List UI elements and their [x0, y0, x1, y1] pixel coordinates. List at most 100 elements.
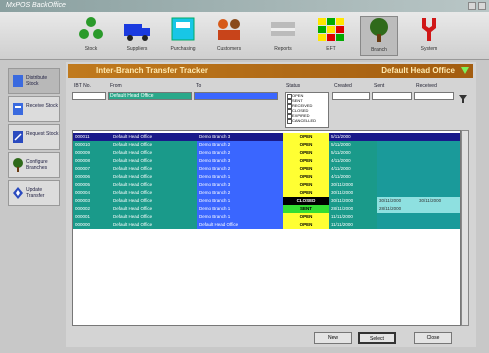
table-cell: 30/11/2000 — [329, 189, 377, 197]
filter-icon[interactable] — [458, 94, 468, 104]
transfer-table: 000011 Default Head Office Demo Branch 3 OP… — [72, 130, 461, 326]
close-button[interactable]: Close — [414, 332, 452, 344]
table-cell: 11/11/2000 — [329, 221, 377, 229]
toolbar-label: Reports — [274, 46, 292, 52]
sidebar-item-request-stock[interactable]: Request Stock — [8, 124, 60, 150]
table-cell: Demo Branch 1 — [197, 173, 283, 181]
main-toolbar: Stock Suppliers Purchasing Customers Rep… — [0, 12, 489, 60]
table-row[interactable]: 000004 Default Head Office Demo Branch 2 OP… — [73, 189, 460, 197]
toolbar-customers-button[interactable]: Customers — [210, 16, 248, 56]
table-cell — [377, 189, 417, 197]
table-cell: 000005 — [73, 181, 111, 189]
new-button[interactable]: New — [314, 332, 352, 344]
toolbar-system-button[interactable]: System — [410, 16, 448, 56]
table-row[interactable]: 000008 Default Head Office Demo Branch 3 OP… — [73, 157, 460, 165]
sidebar-item-receive-stock[interactable]: Receive Stock — [8, 96, 60, 122]
table-cell: Demo Branch 1 — [197, 197, 283, 205]
table-cell: Default Head Office — [111, 173, 197, 181]
toolbar-label: Customers — [216, 46, 242, 52]
table-cell: 000007 — [73, 165, 111, 173]
sidebar-item-update-transfer[interactable]: Update Transfer — [8, 180, 60, 206]
ibt-label: IBT No. — [74, 83, 91, 89]
chevron-down-icon[interactable] — [461, 67, 469, 74]
table-cell: CLOSED — [283, 197, 329, 205]
table-cell: Demo Branch 1 — [197, 213, 283, 221]
table-cell: 000001 — [73, 213, 111, 221]
table-cell: 30/11/2000 — [329, 197, 377, 205]
table-cell: 30/11/2000 — [329, 181, 377, 189]
table-cell — [417, 205, 460, 213]
table-cell: OPEN — [283, 181, 329, 189]
toolbar-branch-button[interactable]: Branch — [360, 16, 398, 56]
table-cell: Default Head Office — [111, 157, 197, 165]
table-cell — [377, 181, 417, 189]
table-row[interactable]: 000002 Default Head Office Demo Branch 1 SE… — [73, 205, 460, 213]
table-row[interactable]: 000007 Default Head Office Demo Branch 2 OP… — [73, 165, 460, 173]
eft-grid-icon — [318, 18, 344, 41]
table-cell: Demo Branch 3 — [197, 181, 283, 189]
table-cell — [377, 173, 417, 181]
table-cell: Demo Branch 2 — [197, 149, 283, 157]
sidebar-item-label: Configure Branches — [26, 159, 48, 171]
table-cell: OPEN — [283, 149, 329, 157]
table-cell: Default Head Office — [111, 149, 197, 157]
table-cell: 4/11/2000 — [329, 165, 377, 173]
table-row[interactable]: 000006 Default Head Office Demo Branch 1 OP… — [73, 173, 460, 181]
table-cell: 000003 — [73, 197, 111, 205]
table-cell: Default Head Office — [111, 181, 197, 189]
table-cell: 28/11/2000 — [377, 205, 417, 213]
table-cell: 5/11/2000 — [329, 141, 377, 149]
vertical-scrollbar[interactable] — [461, 130, 469, 326]
sidebar-item-distribute-stock[interactable]: Distribute Stock — [8, 68, 60, 94]
sent-input[interactable] — [372, 92, 412, 100]
table-row[interactable]: 000010 Default Head Office Demo Branch 2 OP… — [73, 141, 460, 149]
table-row[interactable]: 000005 Default Head Office Demo Branch 3 OP… — [73, 181, 460, 189]
status-option[interactable]: CANCELLED — [286, 118, 328, 124]
sidebar-item-label: Update Transfer — [26, 187, 45, 199]
table-cell — [377, 221, 417, 229]
table-row[interactable]: 000011 Default Head Office Demo Branch 3 OP… — [73, 133, 460, 141]
close-window-button[interactable] — [478, 2, 486, 10]
office-selector[interactable]: Default Head Office — [381, 64, 455, 78]
select-button[interactable]: Select — [358, 332, 396, 344]
from-select[interactable]: Default Head Office — [108, 92, 192, 100]
sidebar-item-configure-branches[interactable]: Configure Branches — [8, 152, 60, 178]
toolbar-stock-button[interactable]: Stock — [72, 16, 110, 56]
sidebar-item-label: Request Stock — [26, 131, 59, 137]
table-row[interactable]: 000000 Default Head Office Default Head Of… — [73, 221, 460, 229]
table-row[interactable]: 000003 Default Head Office Demo Branch 1 CL… — [73, 197, 460, 205]
tree-icon — [13, 158, 23, 172]
toolbar-purchasing-button[interactable]: Purchasing — [164, 16, 202, 56]
panel-header: Inter-Branch Transfer Tracker Default He… — [68, 64, 473, 78]
toolbar-eft-button[interactable]: EFT — [312, 16, 350, 56]
table-cell: OPEN — [283, 173, 329, 181]
table-cell — [417, 213, 460, 221]
branch-tree-icon — [370, 18, 388, 42]
created-input[interactable] — [332, 92, 370, 100]
received-input[interactable] — [414, 92, 454, 100]
toolbar-suppliers-button[interactable]: Suppliers — [118, 16, 156, 56]
table-cell: Default Head Office — [111, 141, 197, 149]
sent-label: Sent — [374, 83, 385, 89]
to-select[interactable] — [194, 92, 278, 100]
purchasing-icon — [171, 17, 195, 41]
table-cell: Default Head Office — [111, 221, 197, 229]
status-label: Status — [286, 83, 301, 89]
table-cell: OPEN — [283, 141, 329, 149]
ibt-input[interactable] — [72, 92, 106, 100]
toolbar-label: EFT — [326, 46, 336, 52]
status-filter-list[interactable]: OPEN SENT RECEIVED CLOSED EXPIRED CANCEL… — [285, 92, 329, 128]
table-cell: 000000 — [73, 221, 111, 229]
table-cell: Default Head Office — [197, 221, 283, 229]
table-cell: 4/11/2000 — [329, 173, 377, 181]
table-row[interactable]: 000009 Default Head Office Demo Branch 2 OP… — [73, 149, 460, 157]
table-cell: 000010 — [73, 141, 111, 149]
table-cell: Default Head Office — [111, 133, 197, 141]
supplier-truck-icon — [124, 24, 150, 41]
table-cell: OPEN — [283, 221, 329, 229]
table-cell: OPEN — [283, 213, 329, 221]
minimize-button[interactable] — [468, 2, 476, 10]
from-label: From — [110, 83, 122, 89]
table-row[interactable]: 000001 Default Head Office Demo Branch 1 OP… — [73, 213, 460, 221]
toolbar-reports-button[interactable]: Reports — [264, 16, 302, 56]
